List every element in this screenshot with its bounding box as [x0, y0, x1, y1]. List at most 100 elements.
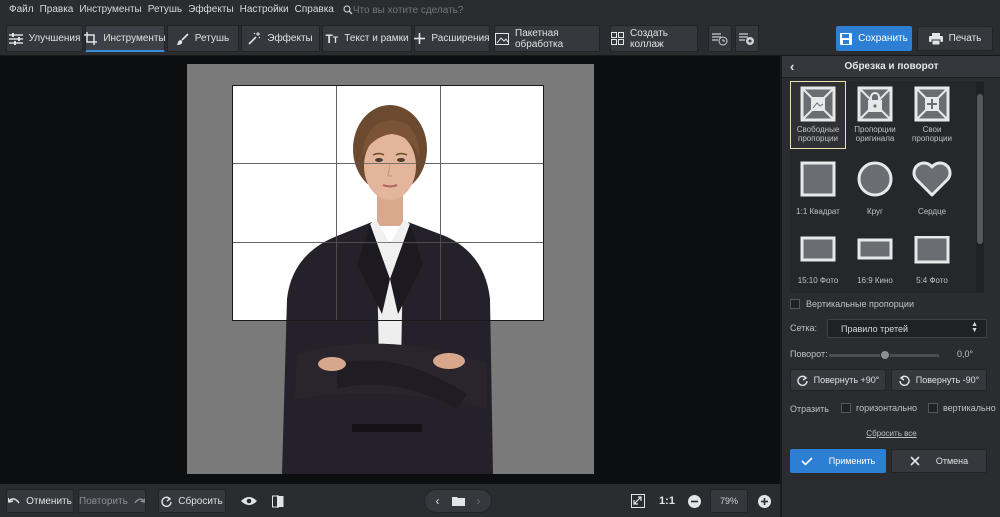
flip-horizontal-checkbox[interactable]	[841, 403, 851, 413]
rotate-plus-90-button[interactable]: Повернуть +90°	[790, 369, 886, 391]
search-input[interactable]	[352, 4, 493, 16]
search-box	[343, 4, 493, 16]
preset-label: 16:9 Кино	[857, 276, 893, 285]
custom-ratio-icon	[914, 86, 950, 122]
fit-screen-button[interactable]	[626, 489, 650, 513]
rotate-ccw-icon	[899, 374, 910, 386]
preset-heart[interactable]: Сердце	[904, 161, 960, 216]
tab-label: Эффекты	[267, 33, 313, 44]
menu-help[interactable]: Справка	[292, 0, 337, 20]
batch-processing-button[interactable]: Пакетная обработка	[494, 25, 600, 52]
menu-effects[interactable]: Эффекты	[185, 0, 236, 20]
preset-cinema-16-9[interactable]: 16:9 Кино	[847, 236, 903, 285]
rect-16-9-icon	[857, 238, 893, 260]
save-button[interactable]: Сохранить	[836, 26, 912, 51]
minus-circle-icon	[687, 494, 701, 508]
save-label: Сохранить	[858, 33, 908, 44]
menu-tools[interactable]: Инструменты	[76, 0, 144, 20]
preset-label: Свободные пропорции	[796, 125, 840, 143]
presets-scrollbar[interactable]	[976, 82, 984, 292]
portrait-photo	[282, 105, 493, 474]
tab-label: Ретушь	[194, 33, 230, 44]
reset-all-link[interactable]: Сбросить все	[782, 429, 1000, 438]
flip-horizontal-label: горизонтально	[856, 403, 918, 413]
print-label: Печать	[948, 33, 982, 44]
undo-icon	[8, 497, 20, 503]
create-collage-button[interactable]: Создать коллаж	[610, 25, 698, 52]
vertical-ratio-row[interactable]: Вертикальные пропорции	[790, 299, 914, 309]
preset-label: 1:1 Квадрат	[796, 207, 840, 216]
tab-retouch[interactable]: Ретушь	[167, 25, 239, 52]
panel-title: Обрезка и поворот	[844, 61, 939, 72]
tab-label: Текст и рамки	[344, 33, 409, 44]
floppy-disk-icon	[840, 32, 853, 45]
scrollbar-thumb[interactable]	[977, 94, 983, 244]
zoom-out-button[interactable]	[684, 489, 704, 513]
undo-button[interactable]: Отменить	[6, 489, 74, 513]
canvas-area[interactable]	[0, 56, 780, 484]
free-ratio-icon	[800, 86, 836, 122]
preset-square[interactable]: 1:1 Квадрат	[790, 161, 846, 216]
grid-select-value: Правило третей	[841, 323, 909, 334]
redo-button[interactable]: Повторить	[78, 489, 146, 513]
settings-history-button[interactable]	[735, 25, 759, 52]
preset-photo-15-10[interactable]: 15:10 Фото	[790, 236, 846, 285]
flip-horizontal-row[interactable]: горизонтально	[841, 403, 917, 413]
preset-custom[interactable]: Свои пропорции	[904, 82, 960, 143]
button-label: Повернуть +90°	[813, 375, 880, 385]
button-label: Повернуть -90°	[915, 375, 980, 385]
vertical-ratio-checkbox[interactable]	[790, 299, 800, 309]
print-button[interactable]: Печать	[917, 26, 993, 51]
compare-button[interactable]	[266, 489, 290, 513]
back-arrow-icon[interactable]: ‹	[790, 59, 794, 74]
zoom-level[interactable]: 79%	[710, 489, 748, 513]
preset-photo-5-4[interactable]: 5:4 Фото	[904, 236, 960, 285]
preset-free[interactable]: Свободные пропорции	[790, 81, 846, 149]
grid-label: Сетка:	[790, 323, 817, 333]
tab-tools[interactable]: Инструменты	[84, 25, 166, 52]
panel-header: ‹ Обрезка и поворот	[782, 56, 1000, 78]
preview-button[interactable]	[236, 489, 262, 513]
tab-text-frames[interactable]: TT Текст и рамки	[322, 25, 412, 52]
history-button[interactable]	[708, 25, 732, 52]
cancel-button[interactable]: Отмена	[891, 449, 987, 473]
photo-canvas[interactable]	[187, 64, 594, 474]
rotate-minus-90-button[interactable]: Повернуть -90°	[891, 369, 987, 391]
toolbar: Улучшения Инструменты Ретушь Эффекты TT …	[0, 20, 1000, 56]
folder-icon[interactable]	[451, 496, 465, 506]
rotation-slider[interactable]	[829, 350, 939, 360]
preset-label: Свои пропорции	[912, 125, 952, 143]
tab-label: Инструменты	[103, 32, 166, 44]
rotate-cw-icon	[796, 374, 808, 386]
preset-label: Пропорции оригинала	[854, 125, 896, 143]
tab-extensions[interactable]: Расширения	[414, 25, 490, 52]
text-icon: TT	[325, 31, 339, 46]
heart-icon	[912, 161, 952, 197]
menu-settings[interactable]: Настройки	[237, 0, 292, 20]
image-stack-icon	[495, 32, 509, 45]
tab-enhancements[interactable]: Улучшения	[6, 25, 83, 52]
flip-label: Отразить	[790, 404, 829, 414]
zoom-in-button[interactable]	[754, 489, 774, 513]
actual-size-button[interactable]: 1:1	[654, 489, 680, 513]
menu-file[interactable]: Файл	[6, 0, 37, 20]
rotation-label: Поворот:	[790, 349, 828, 359]
eye-icon	[241, 497, 257, 505]
fit-screen-icon	[631, 494, 645, 508]
reset-button[interactable]: Сбросить	[158, 489, 226, 513]
lock-ratio-icon	[857, 86, 893, 122]
preset-circle[interactable]: Круг	[847, 161, 903, 216]
menu-retouch[interactable]: Ретушь	[145, 0, 185, 20]
menu-edit[interactable]: Правка	[37, 0, 77, 20]
flip-vertical-checkbox[interactable]	[928, 403, 938, 413]
grid-select[interactable]: Правило третей ▲ ▼	[827, 319, 987, 338]
rotation-slider-knob[interactable]	[880, 350, 890, 360]
preset-original[interactable]: Пропорции оригинала	[847, 82, 903, 143]
apply-button[interactable]: Применить	[790, 449, 886, 473]
next-file-icon[interactable]: ›	[477, 494, 481, 508]
tab-effects[interactable]: Эффекты	[241, 25, 320, 52]
compare-icon	[272, 494, 284, 508]
prev-file-icon[interactable]: ‹	[436, 494, 440, 508]
reset-icon	[161, 495, 172, 507]
flip-vertical-row[interactable]: вертикально	[928, 403, 996, 413]
